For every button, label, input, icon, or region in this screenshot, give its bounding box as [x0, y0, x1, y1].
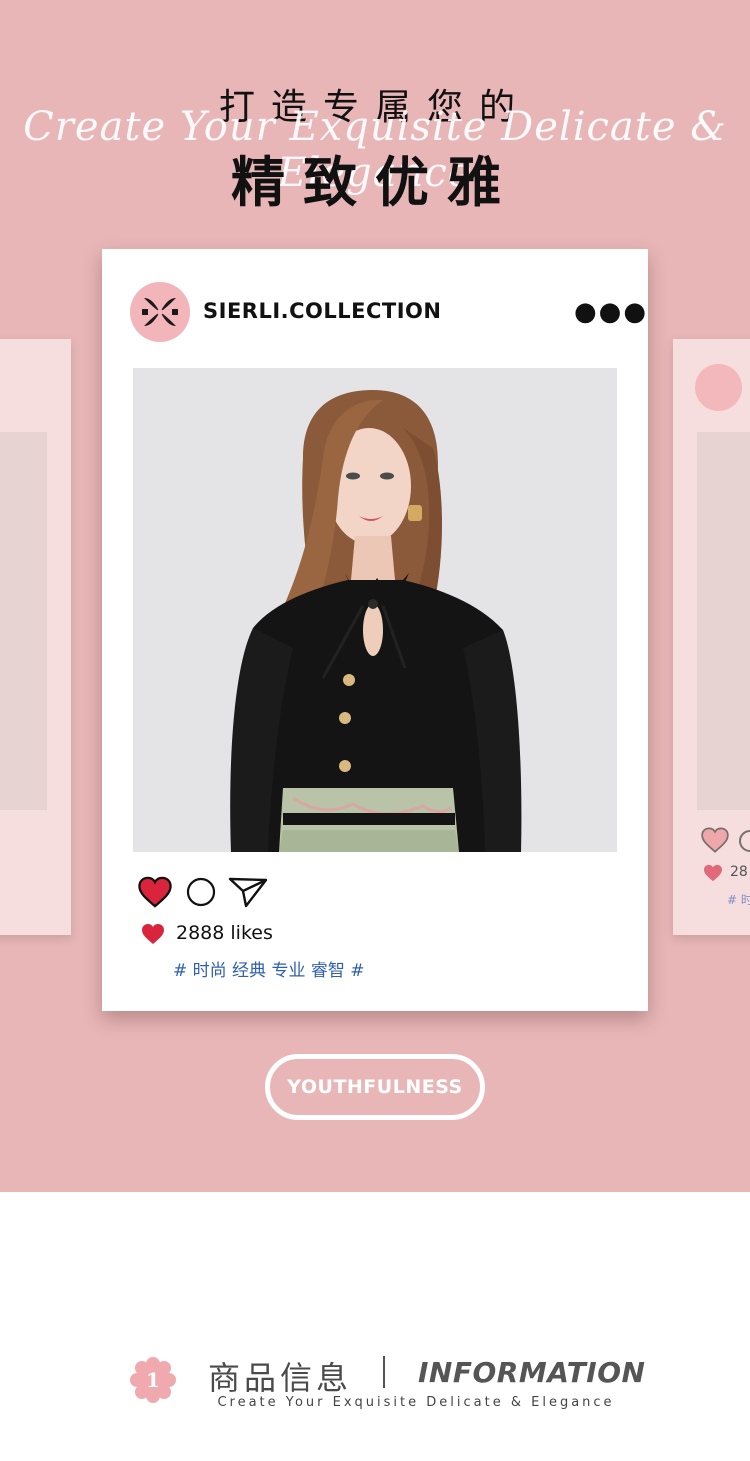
account-name[interactable]: SIERLI.COLLECTION: [203, 299, 441, 323]
badge-number: 1: [146, 1368, 160, 1392]
model-photo-illustration: [133, 368, 617, 852]
heart-icon: [704, 864, 722, 882]
heart-icon: [701, 827, 729, 853]
youthfulness-label: YOUTHFULNESS: [287, 1076, 463, 1098]
like-heart-icon[interactable]: [138, 876, 172, 908]
likes-count: 28: [730, 864, 748, 880]
post-photo[interactable]: [133, 368, 617, 852]
comment-icon[interactable]: [186, 877, 216, 907]
brand-logo-icon: [695, 364, 742, 411]
title-divider: [383, 1356, 385, 1388]
section-subtitle: Create Your Exquisite Delicate & Eleganc…: [217, 1395, 615, 1410]
likes-count: 2888 likes: [176, 922, 273, 944]
section-title-cn: 商品信息: [208, 1359, 353, 1397]
section-title-en: INFORMATION: [418, 1356, 646, 1389]
send-icon[interactable]: [228, 876, 268, 908]
comment-icon: [739, 830, 750, 852]
brand-logo-icon[interactable]: [130, 282, 190, 342]
youthfulness-button[interactable]: YOUTHFULNESS: [265, 1054, 485, 1120]
hero-section: 打造专属您的 Create Your Exquisite Delicate & …: [0, 0, 750, 1192]
heart-icon: [142, 924, 164, 944]
side-card-left: [0, 339, 71, 935]
more-options-icon[interactable]: ●●●: [574, 297, 648, 327]
hashtags[interactable]: # 时尚 经典 专业 睿智 #: [173, 956, 365, 981]
side-card-image: [697, 432, 750, 810]
brand-monogram-icon: [142, 298, 178, 326]
post-card: SIERLI.COLLECTION ●●● 2888 likes # 时尚 经典…: [102, 249, 648, 1011]
side-card-image: [0, 432, 47, 810]
side-card-right: 28 # 时: [673, 339, 750, 935]
headline-line2: 精致优雅: [231, 151, 519, 214]
hashtags: # 时: [727, 893, 750, 907]
